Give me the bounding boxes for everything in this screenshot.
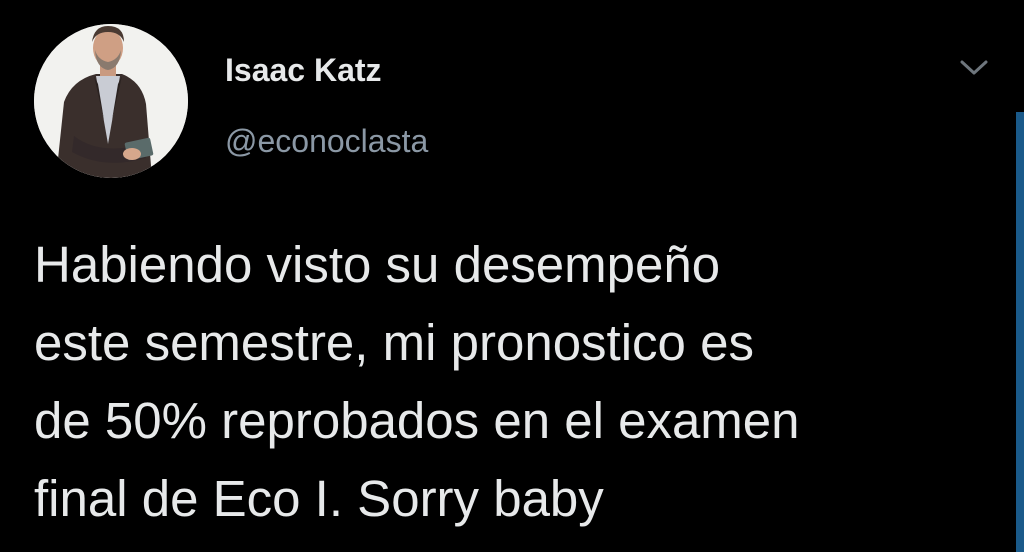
author-handle[interactable]: @econoclasta	[225, 121, 428, 161]
tweet-options-button[interactable]	[952, 50, 996, 86]
tweet-card: Isaac Katz @econoclasta Habiendo visto s…	[0, 0, 1024, 552]
avatar-photo	[34, 24, 188, 178]
author-display-name[interactable]: Isaac Katz	[225, 50, 382, 90]
avatar[interactable]	[34, 24, 188, 178]
scrollbar[interactable]	[1016, 112, 1024, 552]
tweet-text: Habiendo visto su desempeño este semestr…	[34, 236, 800, 527]
chevron-down-icon	[960, 60, 988, 75]
